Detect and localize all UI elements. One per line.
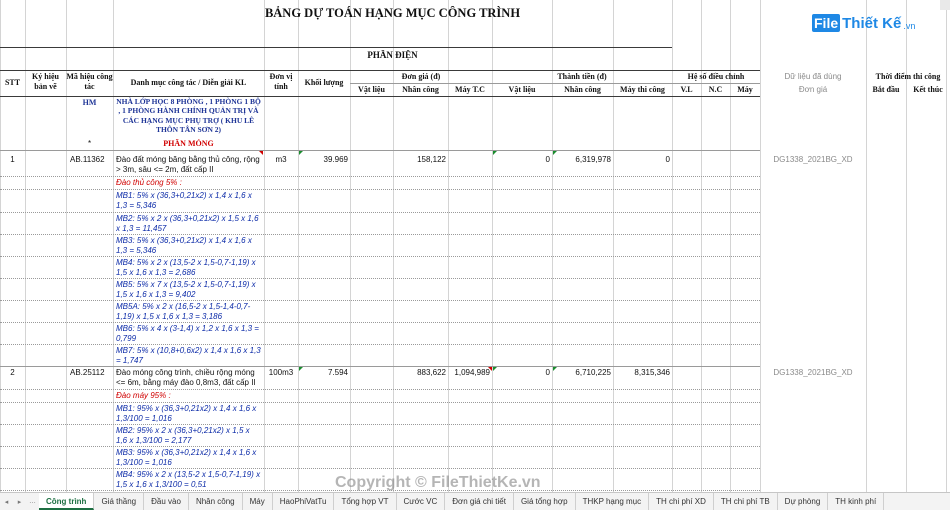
row1-line[interactable]: MB3: 5% x (36,3+0,21x2) x 1,4 x 1,6 x 1,… [116, 236, 262, 256]
tab-gia-tong-hop[interactable]: Giá tổng hợp [514, 493, 576, 510]
row2-unit[interactable]: 100m3 [264, 368, 298, 378]
header-khoi-luong: Khối lượng [304, 78, 344, 87]
copyright-watermark: Copyright © FileThietKe.vn [335, 474, 541, 491]
header-ma-hieu: Mã hiệu công tác [66, 72, 113, 91]
tab-cong-trinh[interactable]: Công trình [39, 493, 95, 510]
row1-tt-vat-lieu[interactable]: 0 [492, 155, 550, 165]
header-ky-hieu: Ký hiệu bản vẽ [32, 72, 59, 91]
row1-unit[interactable]: m3 [264, 155, 298, 165]
row1-desc[interactable]: Đào đất móng băng bằng thủ công, rộng > … [116, 155, 262, 175]
row2-tt-may[interactable]: 8,315,346 [613, 368, 670, 378]
header-nhan-cong: Nhân công [402, 85, 439, 94]
hm-name: NHÀ LỚP HỌC 8 PHÒNG , 1 PHÒNG 1 BỘ , 1 P… [116, 97, 261, 135]
row2-stt[interactable]: 2 [0, 368, 25, 378]
row2-tt-vat-lieu[interactable]: 0 [492, 368, 550, 378]
header-vat-lieu: Vật liệu [358, 85, 385, 94]
header-may: Máy [737, 85, 753, 94]
sheet-title: BẢNG DỰ TOÁN HẠNG MỤC CÔNG TRÌNH [264, 6, 521, 20]
header-stt: STT [4, 78, 21, 87]
tab-tong-hop-vt[interactable]: Tổng hợp VT [334, 493, 397, 510]
row1-tt-may[interactable]: 0 [613, 155, 670, 165]
star-marker: * [87, 139, 92, 148]
row2-line[interactable]: MB3: 95% x (36,3+0,21x2) x 1,4 x 1,6 x 1… [116, 448, 262, 468]
row1-ref: DG1338_2021BG_XD [773, 155, 853, 164]
row2-desc[interactable]: Đào móng công trình, chiều rộng móng <= … [116, 368, 262, 388]
header-du-lieu: Dữ liệu đã dùng [784, 72, 842, 81]
header-don-gia: Đơn giá (đ) [401, 72, 441, 81]
header-tt-may: Máy thi công [620, 85, 665, 94]
tab-nhan-cong[interactable]: Nhân công [189, 493, 243, 510]
site-logo: File Thiết Kế .vn [812, 14, 915, 32]
header-nc: N.C [708, 85, 723, 94]
tab-thkp-hang-muc[interactable]: THKP hạng mục [576, 493, 650, 510]
tab-don-gia-chi-tiet[interactable]: Đơn giá chi tiết [445, 493, 514, 510]
header-ket-thuc: Kết thúc [913, 85, 943, 94]
row1-line[interactable]: MB5: 5% x 7 x (13,5-2 x 1,5-0,7-1,19) x … [116, 280, 262, 300]
header-vl: V.L [680, 85, 693, 94]
row2-tt-nhan-cong[interactable]: 6,710,225 [552, 368, 611, 378]
header-don-gia-ref: Đơn giá [798, 85, 828, 94]
header-he-so: Hệ số điều chỉnh [687, 72, 745, 81]
row2-qty[interactable]: 7.594 [298, 368, 348, 378]
row1-stt[interactable]: 1 [0, 155, 25, 165]
row1-line[interactable]: MB1: 5% x (36,3+0,21x2) x 1,4 x 1,6 x 1,… [116, 191, 262, 211]
header-don-vi: Đơn vị tính [269, 72, 293, 91]
tab-th-chi-phi-tb[interactable]: TH chi phí TB [714, 493, 778, 510]
sheet-tab-bar: ◂ ▸ … Công trình Giá thầng Đầu vào Nhân … [0, 492, 950, 510]
tab-haophivattu[interactable]: HaoPhiVatTu [273, 493, 335, 510]
tab-may[interactable]: Máy [243, 493, 273, 510]
more-tabs-icon[interactable]: … [26, 498, 39, 505]
header-tt-vat-lieu: Vật liệu [508, 85, 536, 94]
row1-note[interactable]: Đào thủ công 5% : [116, 178, 262, 188]
row2-may-tc[interactable]: 1,094,989 [448, 368, 490, 378]
row1-line[interactable]: MB6: 5% x 4 x (3-1,4) x 1,2 x 1,6 x 1,3 … [116, 324, 262, 344]
row1-ma[interactable]: AB.11362 [70, 155, 113, 165]
hm-code: HM [82, 98, 97, 107]
header-danh-muc: Danh mục công tác / Diễn giải KL [130, 78, 247, 87]
row2-line[interactable]: MB2: 95% x 2 x (36,3+0,21x2) x 1,5 x 1,6… [116, 426, 262, 446]
logo-suffix: .vn [903, 20, 916, 31]
row2-ref: DG1338_2021BG_XD [773, 368, 853, 377]
header-tt-nhan-cong: Nhân công [564, 85, 601, 94]
row2-nhan-cong[interactable]: 883,622 [393, 368, 446, 378]
row1-nhan-cong[interactable]: 158,122 [393, 155, 446, 165]
row1-line[interactable]: MB4: 5% x 2 x (13,5-2 x 1,5-0,7-1,19) x … [116, 258, 262, 278]
scroll-right-icon[interactable]: ▸ [13, 498, 26, 506]
row1-line[interactable]: MB7: 5% x (10,8+0,6x2) x 1,4 x 1,6 x 1,3… [116, 346, 262, 366]
spreadsheet-grid[interactable]: BẢNG DỰ TOÁN HẠNG MỤC CÔNG TRÌNH PHẦN ĐI… [0, 0, 950, 492]
tab-th-kinh-phi[interactable]: TH kinh phí [828, 493, 885, 510]
header-may-tc: Máy T.C [455, 85, 485, 94]
row1-line[interactable]: MB5A: 5% x 2 x (16,5-2 x 1,5-1,4-0,7-1,1… [116, 302, 262, 322]
tab-gia-thang[interactable]: Giá thầng [94, 493, 145, 510]
tab-cuoc-vc[interactable]: Cước VC [397, 493, 446, 510]
row1-tt-nhan-cong[interactable]: 6,319,978 [552, 155, 611, 165]
scroll-left-icon[interactable]: ◂ [0, 498, 13, 506]
header-thoi-diem: Thời điểm thi công [875, 72, 941, 81]
row2-note[interactable]: Đào máy 95% : [116, 391, 262, 401]
tab-du-phong[interactable]: Dự phòng [778, 493, 829, 510]
row1-qty[interactable]: 39.969 [298, 155, 348, 165]
logo-badge: File [812, 14, 841, 32]
section-title: PHẦN ĐIỆN [367, 50, 418, 60]
header-bat-dau: Bắt đầu [872, 85, 900, 94]
row2-ma[interactable]: AB.25112 [70, 368, 113, 378]
tab-th-chi-phi-xd[interactable]: TH chi phí XD [649, 493, 714, 510]
phan-mong-label: PHẦN MÓNG [163, 139, 214, 148]
header-thanh-tien: Thành tiền (đ) [557, 72, 607, 81]
row2-line[interactable]: MB4: 95% x 2 x (13,5-2 x 1,5-0,7-1,19) x… [116, 470, 262, 490]
tab-dau-vao[interactable]: Đầu vào [144, 493, 189, 510]
row1-line[interactable]: MB2: 5% x 2 x (36,3+0,21x2) x 1,5 x 1,6 … [116, 214, 262, 234]
logo-text: Thiết Kế [842, 14, 902, 32]
row2-line[interactable]: MB1: 95% x (36,3+0,21x2) x 1,4 x 1,6 x 1… [116, 404, 262, 424]
